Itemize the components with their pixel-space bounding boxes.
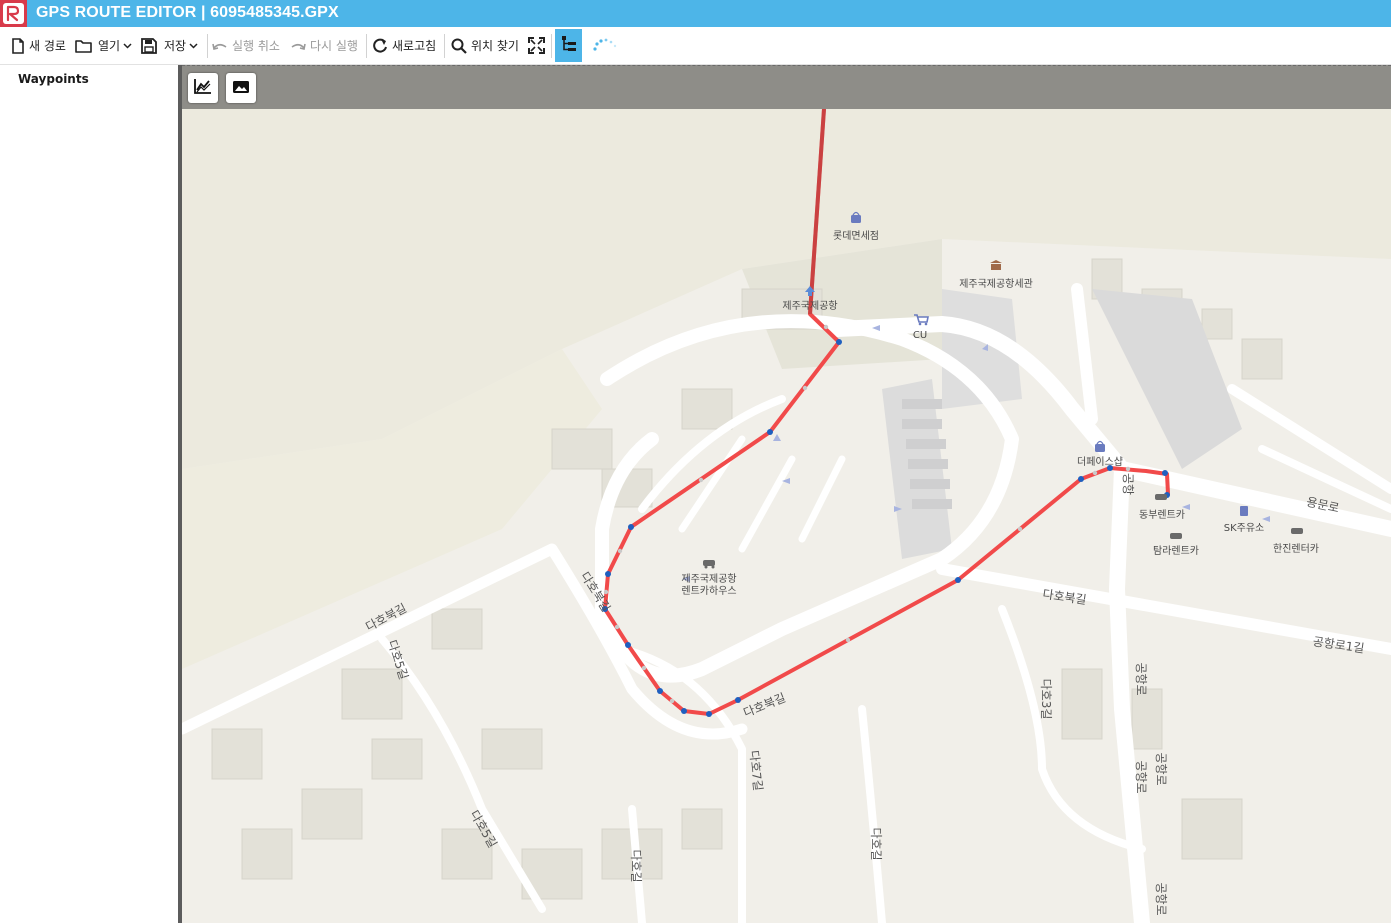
refresh-label: 새로고침 <box>392 39 437 53</box>
map-canvas[interactable]: 롯데면세점 제주국제공항 제주국제공항세관 CU 더페이스샵 동부렌트카 SK주… <box>182 109 1391 923</box>
refresh-button[interactable]: 새로고침 <box>372 27 436 64</box>
redo-button[interactable]: 다시 실행 <box>290 27 358 64</box>
toolbar-separator <box>551 34 552 58</box>
toolbar: 새 경로 열기 저장 실행 취소 다시 실행 새로고침 위치 찾기 <box>0 27 1391 65</box>
undo-button[interactable]: 실행 취소 <box>212 27 280 64</box>
poi-tamra-rentcar: 탐라렌트카 <box>1153 545 1199 557</box>
road-label-daho-gil: 다호길 <box>629 849 643 882</box>
poi-sk-gas: SK주유소 <box>1224 522 1265 534</box>
car-rental-icon <box>1170 533 1182 539</box>
redo-icon <box>290 41 306 51</box>
road-label-daho-3gil: 다호3길 <box>1039 679 1053 720</box>
road-label-gonghang-ro: 공항로 <box>1154 752 1168 785</box>
gas-station-icon <box>1240 506 1248 516</box>
road-label-daho-gil: 다호길 <box>869 827 883 860</box>
road-label-gonghang-short: 공항 <box>1121 473 1135 495</box>
poi-dongbu-rentcar: 동부렌트카 <box>1139 509 1185 521</box>
poi-hanjin-rentcar: 한진렌터카 <box>1273 543 1319 555</box>
line-chart-icon <box>194 78 212 98</box>
map-overlay-band <box>182 65 1391 109</box>
poi-cu: CU <box>913 330 927 341</box>
chevron-down-icon <box>189 42 198 49</box>
toolbar-separator <box>207 34 208 58</box>
waypoint-panel-toggle[interactable] <box>555 29 582 62</box>
image-icon <box>232 79 250 98</box>
refresh-icon <box>372 38 388 54</box>
save-button[interactable]: 저장 <box>141 27 198 64</box>
open-button[interactable]: 열기 <box>75 27 132 64</box>
map-view[interactable]: 롯데면세점 제주국제공항 제주국제공항세관 CU 더페이스샵 동부렌트카 SK주… <box>182 65 1391 923</box>
poi-rentcar-house-line1: 제주국제공항 <box>681 573 736 585</box>
poi-duty-free: 롯데면세점 <box>833 230 879 242</box>
tree-list-icon <box>561 35 577 56</box>
toolbar-separator <box>366 34 367 58</box>
new-route-button[interactable]: 새 경로 <box>11 27 66 64</box>
save-icon <box>141 37 157 54</box>
undo-label: 실행 취소 <box>232 39 280 53</box>
road-label-gonghang-ro: 공항로 <box>1134 760 1148 793</box>
new-route-label: 새 경로 <box>29 39 66 53</box>
elevation-chart-button[interactable] <box>188 73 218 103</box>
undo-icon <box>212 41 228 51</box>
waypoints-title: Waypoints <box>18 72 89 86</box>
find-location-button[interactable]: 위치 찾기 <box>451 27 519 64</box>
redo-label: 다시 실행 <box>310 39 358 53</box>
poi-customs: 제주국제공항세관 <box>959 278 1033 290</box>
poi-rentcar-house-line2: 렌트카하우스 <box>681 584 736 597</box>
folder-icon <box>75 39 92 53</box>
expand-icon <box>528 37 545 54</box>
loading-spinner-icon <box>592 27 618 64</box>
poi-airport: 제주국제공항 <box>782 300 837 312</box>
save-label: 저장 <box>164 39 187 53</box>
road-label-gonghang-ro: 공항로 <box>1134 662 1148 695</box>
waypoints-panel: Waypoints <box>0 65 178 923</box>
find-location-label: 위치 찾기 <box>471 39 519 53</box>
search-icon <box>451 38 467 54</box>
fit-route-button[interactable] <box>528 27 545 64</box>
window-title: GPS ROUTE EDITOR | 6095485345.GPX <box>36 4 339 21</box>
route-editor-logo-icon <box>0 0 27 27</box>
open-label: 열기 <box>98 39 121 53</box>
poi-the-pay-shop: 더페이스샵 <box>1077 456 1123 468</box>
car-rental-icon <box>1291 528 1303 534</box>
toolbar-separator <box>444 34 445 58</box>
new-file-icon <box>11 37 25 54</box>
car-rental-icon <box>1155 494 1167 500</box>
title-bar: GPS ROUTE EDITOR | 6095485345.GPX <box>0 0 1391 27</box>
map-image-button[interactable] <box>226 73 256 103</box>
road-label-gonghang-ro: 공항로 <box>1154 882 1168 915</box>
chevron-down-icon <box>123 42 132 49</box>
